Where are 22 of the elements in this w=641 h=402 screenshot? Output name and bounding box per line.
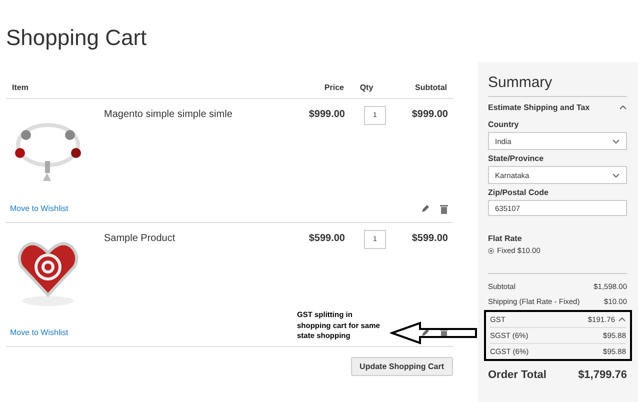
column-header: Qty — [358, 82, 374, 92]
column-header: Price — [323, 82, 344, 92]
column-header: Item — [12, 82, 30, 92]
field-label: Country — [488, 120, 520, 129]
subtotal: $999.00 — [410, 108, 448, 120]
subtotal: $599.00 — [410, 232, 448, 244]
estimate-shipping-toggle[interactable]: Estimate Shipping and Tax — [488, 103, 627, 112]
summary-title: Summary — [488, 62, 627, 97]
price: $999.00 — [308, 108, 345, 120]
product-name: Sample Product — [104, 232, 176, 244]
page-title: Shopping Cart — [6, 25, 148, 52]
update-cart-button[interactable]: Update Shopping Cart — [350, 357, 453, 376]
field-label: State/Province — [488, 154, 545, 163]
price: $599.00 — [308, 232, 345, 244]
product-name: Magento simple simple simle — [104, 108, 234, 120]
order-total-value: $1,799.76 — [578, 369, 627, 381]
order-total-label: Order Total — [488, 369, 546, 381]
column-header: Subtotal — [414, 82, 447, 92]
move-to-wishlist-link[interactable]: Move to Wishlist — [10, 204, 275, 213]
move-to-wishlist-link[interactable]: Move to Wishlist — [10, 328, 275, 337]
shipping-method-title: Flat Rate — [488, 234, 523, 243]
field-label: Zip/Postal Code — [488, 188, 550, 197]
